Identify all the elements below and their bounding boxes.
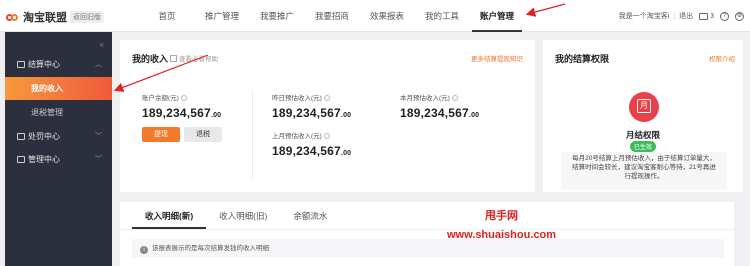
annotation-arrows — [113, 3, 566, 92]
arrow-to-my-income — [113, 54, 209, 92]
arrow-to-account-management — [525, 3, 566, 17]
